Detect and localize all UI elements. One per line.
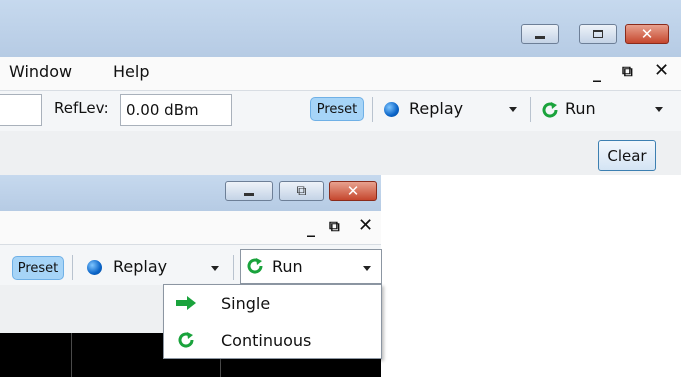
menu-bar-top [0, 57, 681, 90]
toolbar-separator [72, 255, 73, 280]
minimize-button[interactable] [521, 24, 559, 44]
close-icon: ✕ [346, 181, 360, 200]
status-area-top [0, 131, 681, 175]
minimize-icon [535, 35, 545, 39]
run-label[interactable]: Run [272, 257, 303, 276]
reflev-value: 0.00 dBm [126, 101, 199, 119]
menu-item-single[interactable]: Single [164, 285, 381, 322]
toolbar-separator [530, 97, 531, 122]
reflev-input[interactable]: 0.00 dBm [120, 94, 232, 126]
run-dropdown-arrow-icon[interactable] [363, 266, 371, 271]
clear-button[interactable]: Clear [598, 140, 656, 171]
toolbar-separator [233, 255, 234, 280]
replay-dropdown-arrow-icon[interactable] [509, 107, 517, 112]
mdi-close-icon[interactable]: ✕ [358, 215, 373, 236]
mdi-restore-icon[interactable]: ⧉ [329, 217, 340, 235]
menu-help[interactable]: Help [113, 62, 149, 81]
menu-window[interactable]: Window [9, 62, 72, 81]
menu-item-continuous-label: Continuous [221, 331, 312, 350]
mdi-minimize-icon[interactable]: _ [307, 218, 315, 237]
restore-icon: ⧉ [296, 183, 307, 199]
minimize-icon [244, 192, 254, 196]
replay-dot-icon [384, 102, 399, 117]
display-grid-line [71, 333, 72, 377]
preset-button[interactable]: Preset [12, 256, 64, 280]
run-label[interactable]: Run [565, 99, 596, 118]
replay-label[interactable]: Replay [113, 257, 167, 276]
run-refresh-icon [247, 258, 263, 274]
green-arrow-icon [176, 296, 196, 310]
replay-dropdown-arrow-icon[interactable] [211, 266, 219, 271]
run-refresh-icon [542, 102, 558, 118]
maximize-icon [593, 30, 603, 38]
replay-dot-icon [87, 260, 102, 275]
menu-item-continuous[interactable]: Continuous [164, 322, 381, 359]
maximize-button[interactable] [579, 24, 617, 44]
run-dropdown-arrow-icon[interactable] [655, 107, 663, 112]
replay-label[interactable]: Replay [409, 99, 463, 118]
mdi-restore-icon[interactable]: ⧉ [622, 62, 633, 80]
close-button[interactable]: ✕ [329, 181, 377, 201]
close-button[interactable]: ✕ [625, 24, 669, 44]
toolbar-separator [372, 97, 373, 122]
mdi-minimize-icon[interactable]: _ [593, 63, 601, 82]
left-input-field[interactable] [0, 94, 42, 126]
menu-item-single-label: Single [221, 294, 271, 313]
run-dropdown-menu: Single Continuous [163, 284, 382, 359]
minimize-button[interactable] [225, 181, 273, 201]
green-refresh-icon [178, 332, 194, 348]
preset-button[interactable]: Preset [310, 97, 364, 121]
restore-button[interactable]: ⧉ [279, 181, 324, 201]
mdi-close-icon[interactable]: ✕ [654, 60, 669, 81]
content-area-bottom [0, 285, 163, 333]
menu-bar-bottom [0, 211, 381, 244]
reflev-label: RefLev: [54, 99, 109, 117]
close-icon: ✕ [640, 24, 654, 43]
